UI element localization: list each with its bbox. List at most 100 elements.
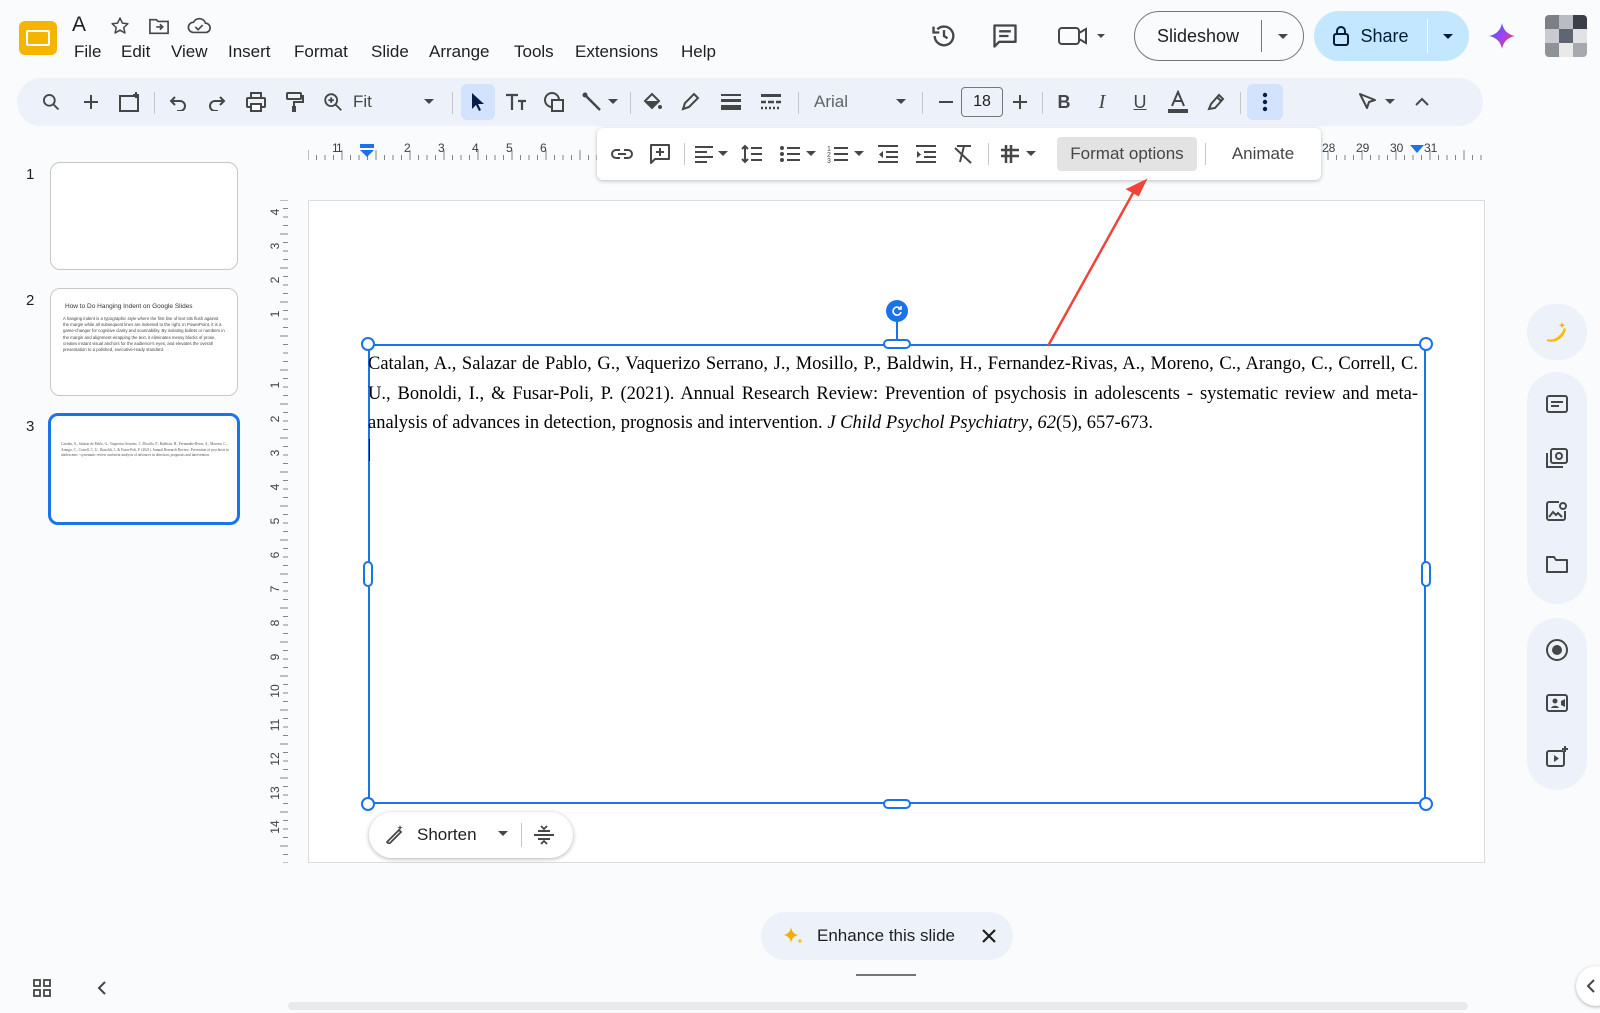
left-indent-marker-icon[interactable] <box>359 144 375 158</box>
border-color-icon[interactable] <box>675 78 705 126</box>
horizontal-scrollbar[interactable] <box>288 1002 1468 1010</box>
slide-thumbnail-2[interactable]: How to Do Hanging Indent on Google Slide… <box>50 288 238 396</box>
folder-icon[interactable] <box>1545 554 1569 574</box>
resize-handle-bottom-right[interactable] <box>1419 797 1433 811</box>
resize-handle-right[interactable] <box>1421 561 1431 587</box>
banana-gemini-icon[interactable] <box>1544 319 1570 345</box>
collapse-filmstrip-chevron-left-icon[interactable] <box>90 976 114 1000</box>
resize-handle-top[interactable] <box>883 339 911 349</box>
zoom-chevron-down-icon[interactable] <box>419 78 439 126</box>
share-button[interactable]: Share <box>1314 11 1427 61</box>
rotate-handle-icon[interactable] <box>886 300 908 322</box>
presenter-notes-icon[interactable] <box>1545 394 1569 414</box>
vertical-ruler[interactable]: 4 3 2 1 1 2 3 4 5 6 7 8 9 10 11 12 13 14 <box>268 200 290 863</box>
expand-side-panel-button[interactable] <box>1576 966 1600 1006</box>
numbers-chevron-down-icon[interactable] <box>851 128 867 180</box>
decrease-indent-icon[interactable] <box>871 128 905 180</box>
slide-thumbnail-1[interactable] <box>50 162 238 270</box>
grid-view-icon[interactable] <box>30 976 54 1000</box>
input-tools-chevron-down-icon[interactable] <box>1381 78 1399 126</box>
bullets-chevron-down-icon[interactable] <box>803 128 819 180</box>
insert-link-icon[interactable] <box>605 128 639 180</box>
record-icon[interactable] <box>1545 638 1569 662</box>
input-tools-pointer-icon[interactable] <box>1353 78 1383 126</box>
resize-handle-bottom-left[interactable] <box>361 797 375 811</box>
image-search-icon[interactable] <box>1545 500 1569 522</box>
video-camera-icon[interactable] <box>1545 692 1569 714</box>
resize-handle-top-right[interactable] <box>1419 337 1433 351</box>
redo-icon[interactable] <box>202 78 232 126</box>
share-options-chevron-icon[interactable] <box>1428 11 1468 61</box>
undo-icon[interactable] <box>163 78 193 126</box>
line-icon[interactable] <box>577 78 607 126</box>
slideshow-button[interactable]: Slideshow <box>1135 12 1261 60</box>
bulleted-list-icon[interactable] <box>775 128 805 180</box>
menu-file[interactable]: File <box>74 42 101 62</box>
gemini-sparkle-icon[interactable] <box>1486 20 1518 52</box>
highlight-color-icon[interactable] <box>1201 78 1231 126</box>
meet-call-icon[interactable] <box>1054 20 1110 52</box>
menu-insert[interactable]: Insert <box>228 42 271 62</box>
resize-handle-left[interactable] <box>363 561 373 587</box>
text-color-icon[interactable] <box>1163 78 1193 126</box>
more-options-vertical-icon[interactable] <box>1247 84 1283 120</box>
search-menus-icon[interactable] <box>37 78 65 126</box>
new-slide-plus-icon[interactable] <box>77 78 105 126</box>
menu-tools[interactable]: Tools <box>514 42 554 62</box>
align-left-icon[interactable] <box>691 128 717 180</box>
increase-font-size-plus-icon[interactable] <box>1005 78 1035 126</box>
line-chevron-down-icon[interactable] <box>605 78 621 126</box>
font-chevron-down-icon[interactable] <box>891 78 911 126</box>
border-dash-icon[interactable] <box>755 78 787 126</box>
slideshow-options-chevron-icon[interactable] <box>1262 12 1304 60</box>
fill-color-icon[interactable] <box>637 78 667 126</box>
shorten-chevron-down-icon[interactable] <box>497 830 509 838</box>
clear-formatting-icon[interactable] <box>947 128 981 180</box>
bold-icon[interactable]: B <box>1049 78 1079 126</box>
add-video-icon[interactable] <box>1545 746 1569 768</box>
paint-format-icon[interactable] <box>279 78 311 126</box>
menu-edit[interactable]: Edit <box>121 42 150 62</box>
menu-help[interactable]: Help <box>681 42 716 62</box>
comments-icon[interactable] <box>988 20 1022 52</box>
menu-slide[interactable]: Slide <box>371 42 409 62</box>
menu-view[interactable]: View <box>171 42 208 62</box>
print-icon[interactable] <box>240 78 272 126</box>
increase-indent-icon[interactable] <box>909 128 943 180</box>
star-icon[interactable] <box>108 14 132 38</box>
menu-format[interactable]: Format <box>294 42 348 62</box>
speaker-notes-drag-handle[interactable] <box>856 974 916 976</box>
decrease-font-size-minus-icon[interactable] <box>931 78 961 126</box>
expand-collapse-icon[interactable] <box>531 822 559 848</box>
font-size-input[interactable]: 18 <box>961 87 1003 117</box>
document-title[interactable]: A <box>72 13 86 37</box>
menu-arrange[interactable]: Arrange <box>429 42 489 62</box>
shape-icon[interactable] <box>539 78 569 126</box>
slide-library-icon[interactable] <box>1545 447 1569 469</box>
move-folder-icon[interactable] <box>146 14 172 38</box>
animate-button[interactable]: Animate <box>1213 137 1313 171</box>
line-spacing-icon[interactable] <box>735 128 769 180</box>
collapse-toolbar-chevron-up-icon[interactable] <box>1407 78 1437 126</box>
enhance-slide-button[interactable]: Enhance this slide <box>817 912 955 960</box>
border-weight-icon[interactable] <box>715 78 747 126</box>
resize-handle-bottom[interactable] <box>883 799 911 809</box>
zoom-icon[interactable] <box>317 78 349 126</box>
resize-handle-top-left[interactable] <box>361 337 375 351</box>
add-comment-icon[interactable] <box>643 128 677 180</box>
right-indent-marker-icon[interactable] <box>1409 144 1425 158</box>
close-icon[interactable] <box>981 928 997 944</box>
text-fitting-hash-icon[interactable] <box>995 128 1025 180</box>
citation-text[interactable]: Catalan, A., Salazar de Pablo, G., Vaque… <box>368 350 1418 439</box>
cloud-saved-icon[interactable] <box>186 14 212 38</box>
italic-icon[interactable]: I <box>1087 78 1117 126</box>
underline-icon[interactable]: U <box>1125 78 1155 126</box>
numbered-list-icon[interactable]: 123 <box>823 128 853 180</box>
slide-thumbnail-3-selected[interactable]: Catalan, A., Salazar de Pablo, G., Vaque… <box>48 413 240 525</box>
new-slide-layout-icon[interactable] <box>115 78 145 126</box>
format-options-button[interactable]: Format options <box>1057 137 1197 171</box>
menu-extensions[interactable]: Extensions <box>575 42 658 62</box>
text-box-icon[interactable] <box>501 78 531 126</box>
slides-logo-icon[interactable] <box>18 19 58 57</box>
shorten-button[interactable]: Shorten <box>417 812 477 858</box>
